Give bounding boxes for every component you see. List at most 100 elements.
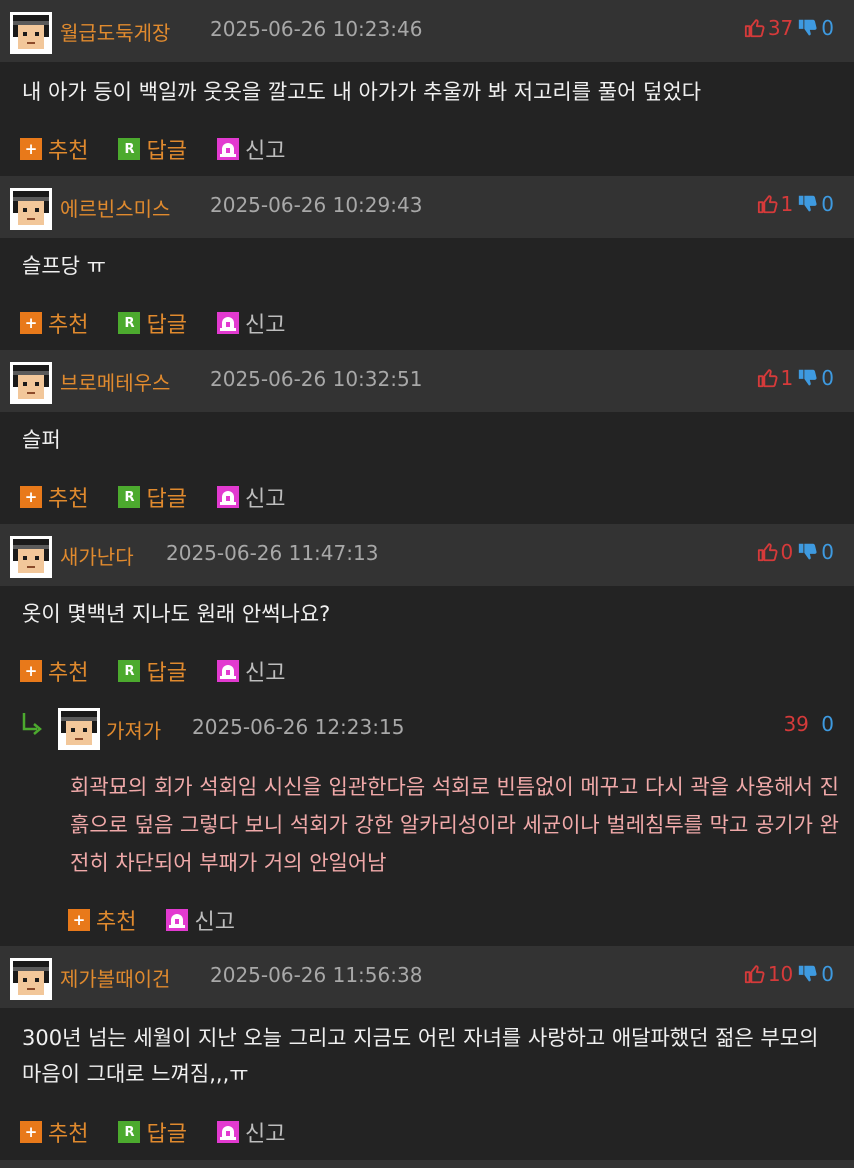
avatar[interactable] (10, 12, 52, 54)
recommend-button[interactable]: + 추천 (20, 481, 88, 513)
plus-icon: + (20, 312, 42, 334)
report-button[interactable]: 신고 (217, 133, 285, 165)
vote-counts: 1 0 (757, 366, 834, 390)
author-name[interactable]: 브로메테우스 (60, 367, 170, 396)
comment-date: 2025-06-26 10:29:43 (210, 193, 423, 217)
comment-text: 내 아가 등이 백일까 웃옷을 깔고도 내 아가가 추울까 봐 저고리를 풀어 … (22, 80, 702, 104)
recommend-button[interactable]: + 추천 (20, 133, 88, 165)
author-name[interactable]: 에르빈스미스 (60, 193, 170, 222)
upvote-count: 37 (767, 16, 794, 40)
reply-icon: R (118, 660, 141, 682)
avatar[interactable] (10, 536, 52, 578)
author-name[interactable]: 새가난다 (60, 541, 134, 570)
thumbs-down-icon[interactable] (797, 367, 819, 389)
avatar[interactable] (10, 958, 52, 1000)
report-button[interactable]: 신고 (217, 655, 285, 687)
thumbs-up-icon[interactable] (744, 17, 766, 39)
report-label: 신고 (244, 313, 286, 338)
recommend-button[interactable]: + 추천 (20, 1116, 88, 1148)
reply-actions: + 추천 신고 (68, 904, 265, 936)
comment-text: 300년 넘는 세월이 지난 오늘 그리고 지금도 어린 자녀를 사랑하고 애달… (22, 1026, 819, 1086)
downvote-count: 0 (821, 192, 834, 216)
recommend-label: 추천 (96, 910, 137, 935)
thumbs-down-icon[interactable] (797, 17, 819, 39)
siren-icon (217, 312, 239, 334)
reply-label: 답글 (146, 487, 187, 512)
recommend-label: 추천 (48, 661, 89, 686)
upvote-count: 1 (780, 366, 794, 390)
reply-icon: R (118, 486, 141, 508)
recommend-button[interactable]: + 추천 (20, 307, 88, 339)
plus-icon: + (20, 138, 42, 160)
comment-actions: + 추천 R 답글 신고 (20, 1116, 315, 1148)
plus-icon: + (20, 660, 42, 682)
vote-counts: 10 0 (744, 962, 834, 986)
reply-button[interactable]: R 답글 (118, 133, 187, 165)
comment-text: 슬퍼 (22, 428, 61, 452)
siren-icon (217, 1121, 239, 1143)
thumbs-up-icon[interactable] (744, 963, 766, 985)
comment-text: 슬프당 ㅠ (22, 254, 106, 278)
comment-header: 새가난다 2025-06-26 11:47:13 0 0 (0, 524, 854, 586)
report-label: 신고 (244, 1122, 286, 1147)
report-label: 신고 (244, 661, 286, 686)
vote-counts: 39 0 (783, 712, 834, 736)
author-name[interactable]: 가져가 (106, 715, 161, 744)
report-button[interactable]: 신고 (217, 481, 285, 513)
vote-counts: 37 0 (744, 16, 834, 40)
report-button[interactable]: 신고 (217, 1116, 285, 1148)
author-name[interactable]: 월급도둑게장 (60, 17, 170, 46)
upvote-count: 10 (767, 962, 794, 986)
upvote-count: 0 (780, 540, 794, 564)
reply-button[interactable]: R 답글 (118, 481, 187, 513)
comment-date: 2025-06-26 11:47:13 (166, 541, 379, 565)
thumbs-up-icon[interactable] (757, 193, 779, 215)
upvote-count: 1 (780, 192, 794, 216)
comment-header: 제가볼때이건 2025-06-26 11:56:38 10 0 (0, 946, 854, 1008)
reply-button[interactable]: R 답글 (118, 655, 187, 687)
plus-icon: + (20, 1121, 42, 1143)
thumbs-down-icon[interactable] (797, 541, 819, 563)
comment-header: 브로메테우스 2025-06-26 10:32:51 1 0 (0, 350, 854, 412)
plus-icon: + (20, 486, 42, 508)
report-label: 신고 (194, 910, 235, 935)
thumbs-up-icon[interactable] (757, 541, 779, 563)
siren-icon (217, 660, 239, 682)
reply-button[interactable]: R 답글 (118, 307, 187, 339)
report-button[interactable]: 신고 (166, 904, 235, 936)
next-comment-header-edge (0, 1160, 854, 1168)
comment-header: 월급도둑게장 2025-06-26 10:23:46 37 0 (0, 0, 854, 62)
avatar[interactable] (58, 708, 100, 750)
vote-counts: 1 0 (757, 192, 834, 216)
avatar[interactable] (10, 188, 52, 230)
upvote-count: 39 (783, 712, 809, 736)
reply-icon: R (118, 1121, 141, 1143)
author-name[interactable]: 제가볼때이건 (60, 963, 170, 992)
reply-icon: R (118, 138, 141, 160)
downvote-count: 0 (821, 540, 834, 564)
report-button[interactable]: 신고 (217, 307, 285, 339)
report-label: 신고 (244, 487, 286, 512)
comment-actions: + 추천 R 답글 신고 (20, 655, 315, 687)
reply-text: 회곽묘의 회가 석회임 시신을 입관한다음 석회로 빈틈없이 메꾸고 다시 곽을… (70, 775, 839, 875)
recommend-button[interactable]: + 추천 (68, 904, 136, 936)
thumbs-up-icon[interactable] (757, 367, 779, 389)
thumbs-down-icon[interactable] (797, 193, 819, 215)
reply-button[interactable]: R 답글 (118, 1116, 187, 1148)
reply-label: 답글 (146, 661, 187, 686)
comment-date: 2025-06-26 10:32:51 (210, 367, 423, 391)
recommend-label: 추천 (48, 487, 89, 512)
siren-icon (166, 909, 188, 931)
recommend-button[interactable]: + 추천 (20, 655, 88, 687)
reply-label: 답글 (146, 139, 187, 164)
avatar[interactable] (10, 362, 52, 404)
recommend-label: 추천 (48, 139, 89, 164)
reply-icon: R (118, 312, 141, 334)
downvote-count: 0 (821, 366, 834, 390)
thumbs-down-icon[interactable] (797, 963, 819, 985)
report-label: 신고 (244, 139, 286, 164)
comment-actions: + 추천 R 답글 신고 (20, 481, 315, 513)
downvote-count: 0 (821, 16, 834, 40)
downvote-count: 0 (821, 962, 834, 986)
comment-header: 에르빈스미스 2025-06-26 10:29:43 1 0 (0, 176, 854, 238)
